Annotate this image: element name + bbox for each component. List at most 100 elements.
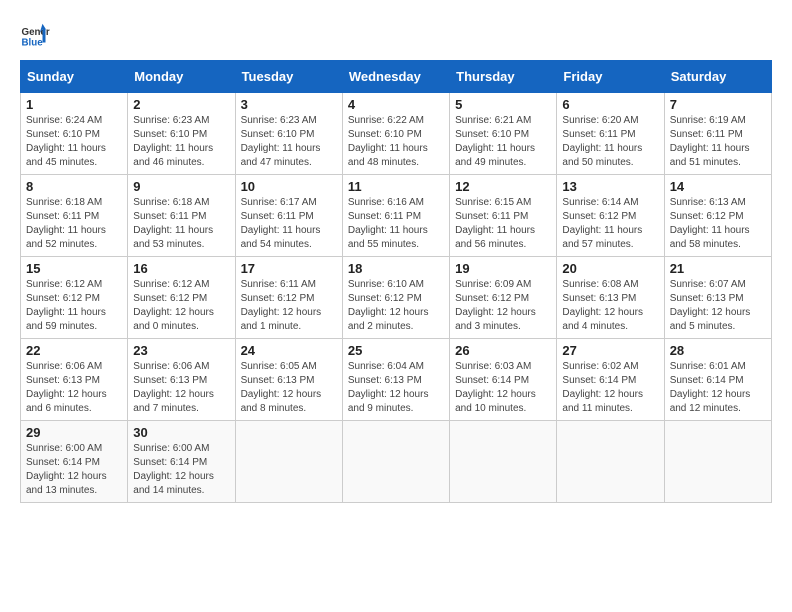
day-number: 26 [455, 343, 551, 358]
day-info: Sunrise: 6:06 AMSunset: 6:13 PMDaylight:… [133, 360, 229, 416]
day-number: 18 [348, 261, 444, 276]
day-info: Sunrise: 6:08 AMSunset: 6:13 PMDaylight:… [562, 278, 658, 334]
calendar-cell: 11 Sunrise: 6:16 AMSunset: 6:11 PMDayligh… [342, 175, 449, 257]
day-info: Sunrise: 6:06 AMSunset: 6:13 PMDaylight:… [26, 360, 122, 416]
week-row-1: 1 Sunrise: 6:24 AMSunset: 6:10 PMDaylight… [21, 93, 772, 175]
day-info: Sunrise: 6:13 AMSunset: 6:12 PMDaylight:… [670, 196, 766, 252]
day-info: Sunrise: 6:20 AMSunset: 6:11 PMDaylight:… [562, 114, 658, 170]
day-number: 14 [670, 179, 766, 194]
day-number: 19 [455, 261, 551, 276]
calendar-cell: 16 Sunrise: 6:12 AMSunset: 6:12 PMDayligh… [128, 257, 235, 339]
day-info: Sunrise: 6:12 AMSunset: 6:12 PMDaylight:… [133, 278, 229, 334]
calendar-cell: 4Sunrise: 6:22 AMSunset: 6:10 PMDaylight… [342, 93, 449, 175]
calendar-cell: 24Sunrise: 6:05 AMSunset: 6:13 PMDayligh… [235, 339, 342, 421]
day-info: Sunrise: 6:11 AMSunset: 6:12 PMDaylight:… [241, 278, 337, 334]
calendar-cell: 7Sunrise: 6:19 AMSunset: 6:11 PMDaylight… [664, 93, 771, 175]
calendar-cell: 3 Sunrise: 6:23 AMSunset: 6:10 PMDaylight… [235, 93, 342, 175]
calendar-cell: 21Sunrise: 6:07 AMSunset: 6:13 PMDayligh… [664, 257, 771, 339]
day-number: 22 [26, 343, 122, 358]
calendar-cell: 14 Sunrise: 6:13 AMSunset: 6:12 PMDayligh… [664, 175, 771, 257]
day-number: 3 [241, 97, 337, 112]
calendar-cell: 27 Sunrise: 6:02 AMSunset: 6:14 PMDayligh… [557, 339, 664, 421]
calendar-cell [342, 421, 449, 503]
day-info: Sunrise: 6:18 AMSunset: 6:11 PMDaylight:… [133, 196, 229, 252]
day-info: Sunrise: 6:00 AMSunset: 6:14 PMDaylight:… [26, 442, 122, 498]
day-info: Sunrise: 6:23 AMSunset: 6:10 PMDaylight:… [241, 114, 337, 170]
header-row: SundayMondayTuesdayWednesdayThursdayFrid… [21, 61, 772, 93]
calendar-cell: 23 Sunrise: 6:06 AMSunset: 6:13 PMDayligh… [128, 339, 235, 421]
day-number: 13 [562, 179, 658, 194]
day-number: 15 [26, 261, 122, 276]
calendar-cell [557, 421, 664, 503]
day-info: Sunrise: 6:01 AMSunset: 6:14 PMDaylight:… [670, 360, 766, 416]
week-row-2: 8 Sunrise: 6:18 AMSunset: 6:11 PMDaylight… [21, 175, 772, 257]
day-info: Sunrise: 6:12 AMSunset: 6:12 PMDaylight:… [26, 278, 122, 334]
calendar-cell: 22 Sunrise: 6:06 AMSunset: 6:13 PMDayligh… [21, 339, 128, 421]
week-row-4: 22 Sunrise: 6:06 AMSunset: 6:13 PMDayligh… [21, 339, 772, 421]
calendar-cell: 1 Sunrise: 6:24 AMSunset: 6:10 PMDaylight… [21, 93, 128, 175]
col-header-sunday: Sunday [21, 61, 128, 93]
calendar-cell: 17Sunrise: 6:11 AMSunset: 6:12 PMDayligh… [235, 257, 342, 339]
calendar-cell [664, 421, 771, 503]
day-number: 10 [241, 179, 337, 194]
day-number: 24 [241, 343, 337, 358]
calendar-cell: 12 Sunrise: 6:15 AMSunset: 6:11 PMDayligh… [450, 175, 557, 257]
week-row-3: 15 Sunrise: 6:12 AMSunset: 6:12 PMDayligh… [21, 257, 772, 339]
day-number: 12 [455, 179, 551, 194]
day-number: 6 [562, 97, 658, 112]
calendar-cell: 10 Sunrise: 6:17 AMSunset: 6:11 PMDayligh… [235, 175, 342, 257]
day-info: Sunrise: 6:00 AMSunset: 6:14 PMDaylight:… [133, 442, 229, 498]
col-header-tuesday: Tuesday [235, 61, 342, 93]
calendar-cell: 15 Sunrise: 6:12 AMSunset: 6:12 PMDayligh… [21, 257, 128, 339]
day-number: 4 [348, 97, 444, 112]
calendar-cell: 13 Sunrise: 6:14 AMSunset: 6:12 PMDayligh… [557, 175, 664, 257]
day-number: 1 [26, 97, 122, 112]
day-info: Sunrise: 6:24 AMSunset: 6:10 PMDaylight:… [26, 114, 122, 170]
calendar-cell [450, 421, 557, 503]
calendar-cell: 25Sunrise: 6:04 AMSunset: 6:13 PMDayligh… [342, 339, 449, 421]
calendar-table: SundayMondayTuesdayWednesdayThursdayFrid… [20, 60, 772, 503]
calendar-cell: 19 Sunrise: 6:09 AMSunset: 6:12 PMDayligh… [450, 257, 557, 339]
day-info: Sunrise: 6:02 AMSunset: 6:14 PMDaylight:… [562, 360, 658, 416]
day-info: Sunrise: 6:16 AMSunset: 6:11 PMDaylight:… [348, 196, 444, 252]
svg-text:General: General [22, 27, 51, 38]
day-info: Sunrise: 6:15 AMSunset: 6:11 PMDaylight:… [455, 196, 551, 252]
calendar-cell: 9 Sunrise: 6:18 AMSunset: 6:11 PMDaylight… [128, 175, 235, 257]
header: General Blue [20, 20, 772, 50]
day-number: 5 [455, 97, 551, 112]
col-header-thursday: Thursday [450, 61, 557, 93]
day-number: 20 [562, 261, 658, 276]
day-number: 16 [133, 261, 229, 276]
day-number: 9 [133, 179, 229, 194]
day-info: Sunrise: 6:09 AMSunset: 6:12 PMDaylight:… [455, 278, 551, 334]
calendar-cell: 2Sunrise: 6:23 AMSunset: 6:10 PMDaylight… [128, 93, 235, 175]
logo: General Blue [20, 20, 50, 50]
day-number: 30 [133, 425, 229, 440]
day-number: 23 [133, 343, 229, 358]
day-number: 11 [348, 179, 444, 194]
col-header-saturday: Saturday [664, 61, 771, 93]
calendar-cell: 30 Sunrise: 6:00 AMSunset: 6:14 PMDayligh… [128, 421, 235, 503]
day-number: 8 [26, 179, 122, 194]
day-info: Sunrise: 6:21 AMSunset: 6:10 PMDaylight:… [455, 114, 551, 170]
day-info: Sunrise: 6:14 AMSunset: 6:12 PMDaylight:… [562, 196, 658, 252]
day-number: 29 [26, 425, 122, 440]
day-number: 27 [562, 343, 658, 358]
day-info: Sunrise: 6:17 AMSunset: 6:11 PMDaylight:… [241, 196, 337, 252]
col-header-friday: Friday [557, 61, 664, 93]
col-header-monday: Monday [128, 61, 235, 93]
calendar-cell: 6 Sunrise: 6:20 AMSunset: 6:11 PMDaylight… [557, 93, 664, 175]
day-info: Sunrise: 6:03 AMSunset: 6:14 PMDaylight:… [455, 360, 551, 416]
logo-icon: General Blue [20, 20, 50, 50]
week-row-5: 29 Sunrise: 6:00 AMSunset: 6:14 PMDayligh… [21, 421, 772, 503]
day-info: Sunrise: 6:10 AMSunset: 6:12 PMDaylight:… [348, 278, 444, 334]
calendar-cell: 5 Sunrise: 6:21 AMSunset: 6:10 PMDaylight… [450, 93, 557, 175]
day-number: 28 [670, 343, 766, 358]
day-number: 21 [670, 261, 766, 276]
calendar-cell: 18 Sunrise: 6:10 AMSunset: 6:12 PMDayligh… [342, 257, 449, 339]
calendar-cell: 28 Sunrise: 6:01 AMSunset: 6:14 PMDayligh… [664, 339, 771, 421]
svg-text:Blue: Blue [22, 38, 44, 49]
day-number: 2 [133, 97, 229, 112]
col-header-wednesday: Wednesday [342, 61, 449, 93]
day-info: Sunrise: 6:19 AMSunset: 6:11 PMDaylight:… [670, 114, 766, 170]
